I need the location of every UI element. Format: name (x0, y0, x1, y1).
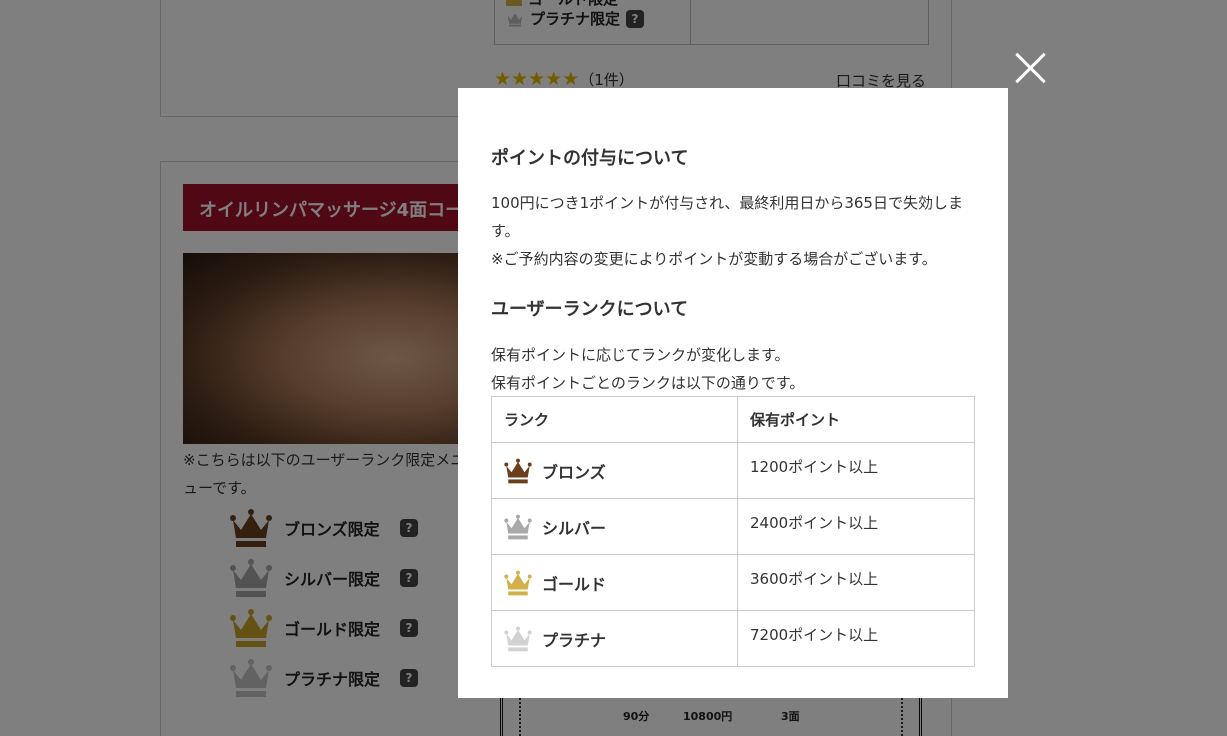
points-value: 7200ポイント以上 (750, 626, 879, 644)
crown-icon (504, 514, 532, 539)
points-cell: 1200ポイント以上 (737, 442, 975, 499)
rank-name: シルバー (542, 518, 607, 538)
points-heading: ポイントの付与について (491, 148, 689, 169)
points-note: ※ご予約内容の変更によりポイントが変動する場合がございます。 (491, 250, 937, 268)
points-value: 3600ポイント以上 (750, 570, 879, 588)
points-info-modal: ポイントの付与について 100円につき1ポイントが付与され、最終利用日から365… (458, 88, 1008, 698)
points-cell: 3600ポイント以上 (737, 554, 975, 611)
rank-text-2: 保有ポイントごとのランクは以下の通りです。 (491, 374, 805, 392)
rank-heading: ユーザーランクについて (491, 299, 689, 320)
rank-table: ランク 保有ポイント ブロンズ 1200ポイント以上シルバー 2400ポイント以上ゴ… (491, 396, 975, 667)
points-cell: 7200ポイント以上 (737, 610, 975, 667)
rank-name: プラチナ (542, 630, 607, 650)
crown-icon (504, 626, 532, 651)
rank-cell: ブロンズ (491, 442, 738, 499)
rank-description: 保有ポイントに応じてランクが変化します。 保有ポイントごとのランクは以下の通りで… (491, 341, 975, 397)
rank-text-1: 保有ポイントに応じてランクが変化します。 (491, 346, 790, 364)
points-value: 2400ポイント以上 (750, 514, 879, 532)
rank-cell: シルバー (491, 498, 738, 555)
header-rank: ランク (491, 396, 738, 443)
table-row: シルバー 2400ポイント以上 (491, 498, 975, 555)
crown-icon (504, 570, 532, 595)
points-description: 100円につき1ポイントが付与され、最終利用日から365日で失効します。 ※ご予… (491, 189, 975, 273)
crown-icon (504, 458, 532, 483)
rank-cell: プラチナ (491, 610, 738, 667)
rank-name: ブロンズ (542, 462, 606, 482)
table-row: ゴールド 3600ポイント以上 (491, 554, 975, 611)
rank-cell: ゴールド (491, 554, 738, 611)
points-text: 100円につき1ポイントが付与され、最終利用日から365日で失効します。 (491, 194, 963, 240)
header-points: 保有ポイント (737, 396, 975, 443)
points-value: 1200ポイント以上 (750, 458, 879, 476)
points-cell: 2400ポイント以上 (737, 498, 975, 555)
rank-table-header: ランク 保有ポイント (491, 396, 975, 443)
table-row: ブロンズ 1200ポイント以上 (491, 442, 975, 499)
close-icon[interactable] (1012, 50, 1048, 86)
rank-name: ゴールド (542, 574, 607, 594)
table-row: プラチナ 7200ポイント以上 (491, 610, 975, 667)
